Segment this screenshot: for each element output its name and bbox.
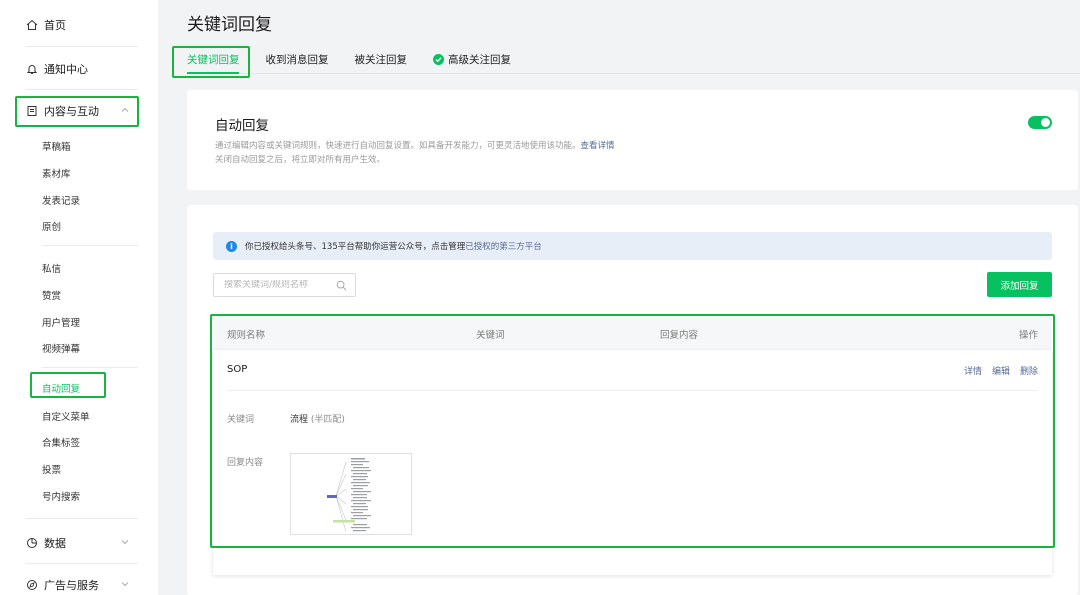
sidebar-item-original[interactable]: 原创 [42, 219, 61, 233]
compass-icon [26, 579, 38, 591]
sidebar-item-messages[interactable]: 私信 [42, 261, 61, 275]
description-text: 通过编辑内容或关键词规则，快速进行自动回复设置。如具备开发能力，可更灵活地使用该… [215, 141, 581, 151]
sidebar-item-home[interactable]: 首页 [26, 17, 66, 33]
toggle-knob [1041, 118, 1050, 127]
sidebar-item-search[interactable]: 号内搜索 [42, 489, 80, 503]
divider [26, 563, 138, 564]
highlight-box [30, 372, 106, 398]
sidebar-item-video-danmaku[interactable]: 视频弹幕 [42, 341, 80, 355]
description-text: 关闭自动回复之后，将立即对所有用户生效。 [215, 155, 386, 165]
add-reply-button[interactable]: 添加回复 [987, 272, 1052, 297]
notice-text: 你已授权给头条号、135平台帮助你运营公众号，点击管理 [245, 242, 466, 252]
sidebar-item-label: 广告与服务 [44, 579, 99, 592]
auto-reply-title: 自动回复 [215, 118, 269, 134]
chevron-down-icon[interactable] [120, 537, 130, 547]
sidebar-item-reward[interactable]: 赞赏 [42, 288, 61, 302]
sidebar-item-ads[interactable]: 广告与服务 [26, 577, 99, 593]
sidebar-item-vote[interactable]: 投票 [42, 462, 61, 476]
search-icon[interactable] [336, 280, 347, 291]
chevron-down-icon[interactable] [120, 579, 130, 589]
sidebar-item-label: 通知中心 [44, 63, 88, 76]
highlight-box [210, 314, 1055, 548]
auto-reply-toggle[interactable] [1028, 116, 1052, 129]
sidebar: 首页 通知中心 内容与互动 草稿箱 素材库 发表记录 原创 私信 赞赏 用户管理… [0, 0, 158, 595]
divider [26, 89, 138, 90]
sidebar-item-data[interactable]: 数据 [26, 535, 66, 551]
sidebar-item-drafts[interactable]: 草稿箱 [42, 139, 71, 153]
home-icon [26, 19, 38, 31]
search-box[interactable] [213, 273, 356, 297]
sidebar-item-user-management[interactable]: 用户管理 [42, 315, 80, 329]
sidebar-item-publish-records[interactable]: 发表记录 [42, 193, 80, 207]
sidebar-item-label: 数据 [44, 537, 66, 550]
sidebar-item-collection-tags[interactable]: 合集标签 [42, 435, 80, 449]
tab-advanced-follow-reply[interactable]: 高级关注回复 [433, 52, 511, 67]
divider [26, 46, 138, 47]
sidebar-item-custom-menu[interactable]: 自定义菜单 [42, 409, 90, 423]
search-input[interactable] [224, 280, 334, 290]
auto-reply-description: 通过编辑内容或关键词规则，快速进行自动回复设置。如具备开发能力，可更灵活地使用该… [215, 139, 615, 167]
view-details-link[interactable]: 查看详情 [581, 141, 615, 151]
highlight-box [15, 96, 139, 127]
divider [42, 367, 138, 368]
sidebar-item-label: 首页 [44, 19, 66, 32]
check-badge-icon [433, 54, 444, 65]
tab-border [187, 73, 1080, 74]
sidebar-item-notifications[interactable]: 通知中心 [26, 61, 88, 77]
tab-follow-reply[interactable]: 被关注回复 [355, 52, 408, 67]
bell-icon [26, 63, 38, 75]
third-party-platform-link[interactable]: 已授权的第三方平台 [465, 240, 542, 252]
sidebar-item-materials[interactable]: 素材库 [42, 166, 71, 180]
info-icon: i [226, 240, 237, 252]
tab-message-reply[interactable]: 收到消息回复 [266, 52, 329, 67]
auto-reply-card: 自动回复 通过编辑内容或关键词规则，快速进行自动回复设置。如具备开发能力，可更灵… [187, 90, 1078, 190]
divider [26, 518, 138, 519]
pie-chart-icon [26, 537, 38, 549]
highlight-box [172, 46, 250, 78]
tab-label: 高级关注回复 [448, 54, 511, 66]
authorization-notice: i 你已授权给头条号、135平台帮助你运营公众号，点击管理 已授权的第三方平台 [213, 232, 1052, 260]
page-title: 关键词回复 [187, 15, 272, 35]
divider [42, 245, 138, 246]
